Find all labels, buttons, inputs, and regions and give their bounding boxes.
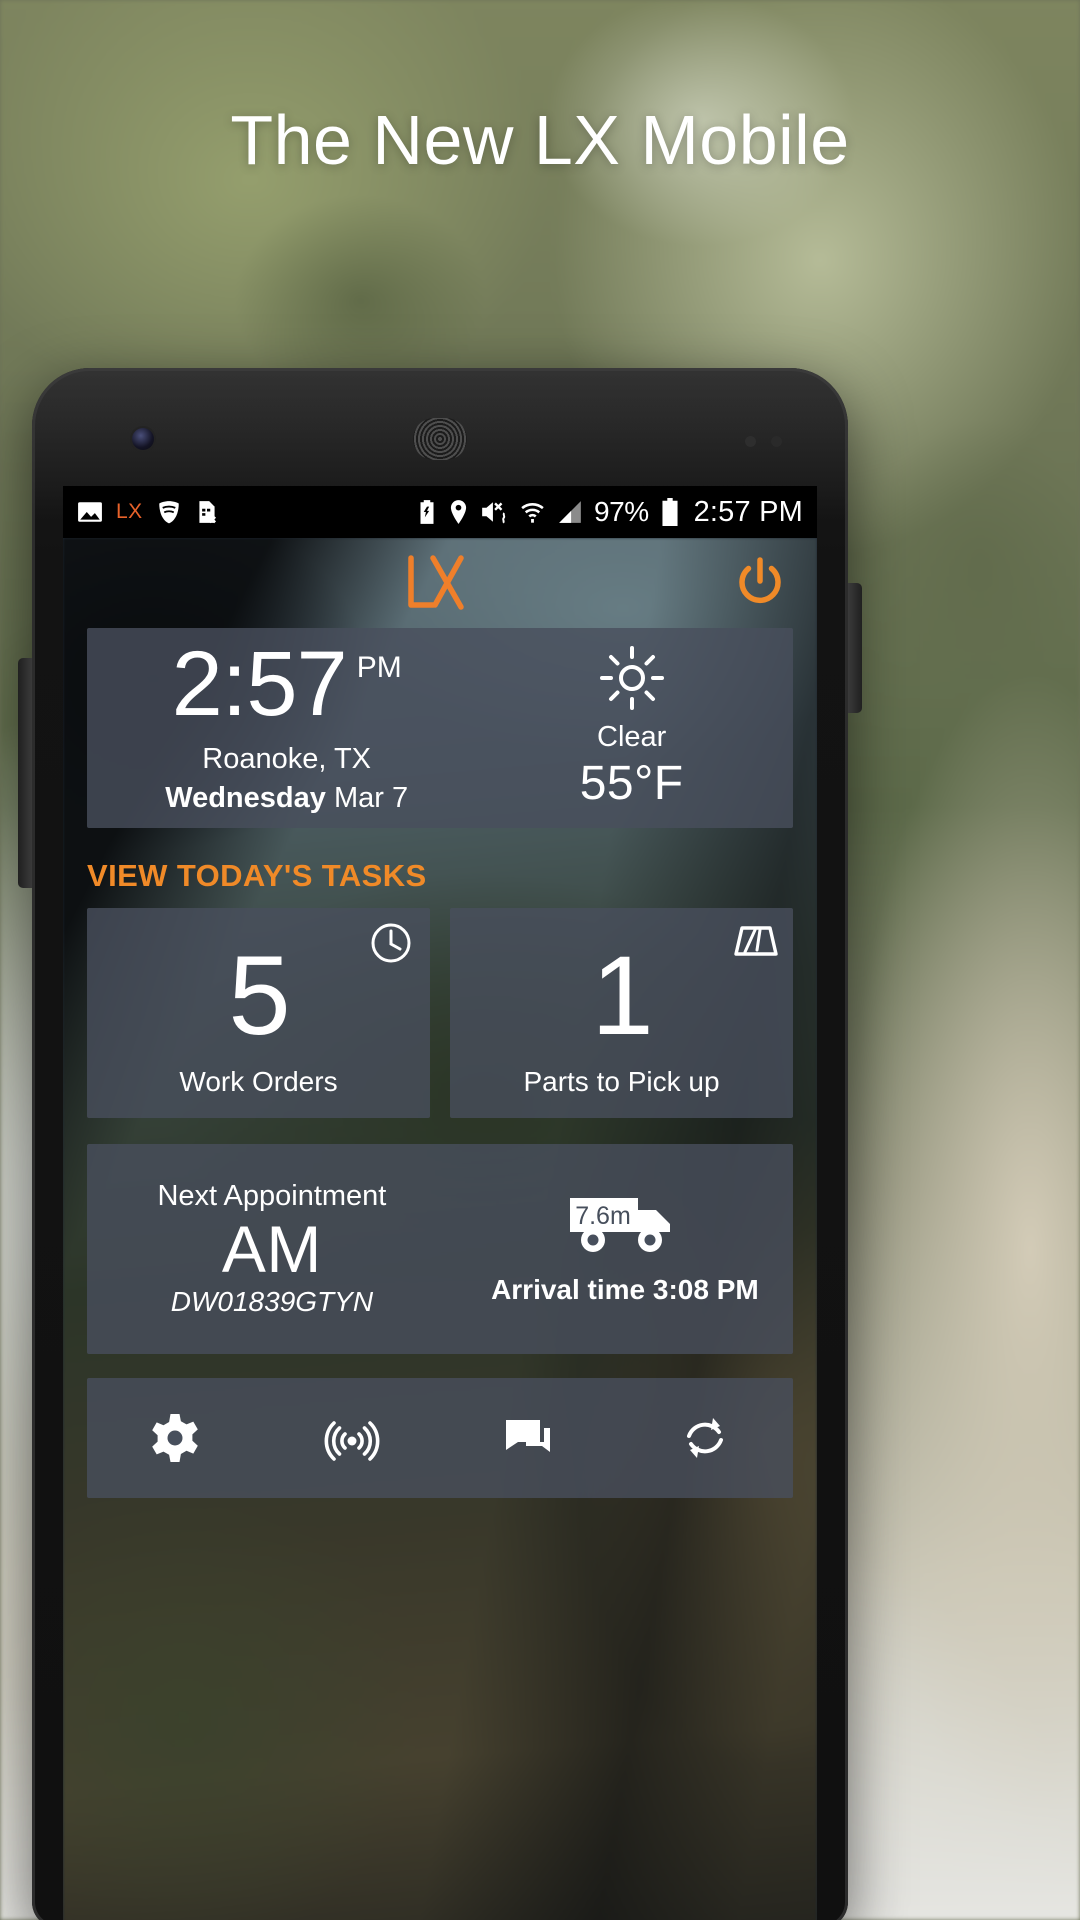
- broadcast-icon[interactable]: [324, 1410, 380, 1466]
- light-sensor: [771, 436, 782, 447]
- clock-icon: [370, 922, 412, 964]
- appointment-details: Next Appointment AM DW01839GTYN: [87, 1180, 457, 1318]
- clock-weather-card[interactable]: 2:57 PM Roanoke, TX Wednesday Mar 7 Clea…: [87, 628, 793, 828]
- chat-icon[interactable]: [500, 1410, 556, 1466]
- parts-pickup-card[interactable]: 1 Parts to Pick up: [450, 908, 793, 1118]
- app-content: 2:57 PM Roanoke, TX Wednesday Mar 7 Clea…: [63, 538, 817, 1920]
- clock-time: 2:57: [171, 633, 348, 736]
- appointment-label: Next Appointment: [157, 1179, 387, 1212]
- cell-signal-icon: [557, 500, 583, 524]
- vibrate-mute-icon: [480, 500, 508, 524]
- battery-percent-label: 97%: [594, 496, 649, 527]
- refresh-icon[interactable]: [677, 1410, 733, 1466]
- sim-card-error-icon: [195, 499, 219, 525]
- clock-date: Wednesday Mar 7: [165, 782, 408, 815]
- appointment-travel: 7.6m Arrival time 3:08 PM: [457, 1192, 793, 1306]
- sun-clear-icon: [599, 645, 665, 711]
- parts-pickup-label: Parts to Pick up: [523, 1066, 720, 1097]
- windshield-wiper-icon: [733, 922, 778, 964]
- weather-condition: Clear: [597, 721, 667, 753]
- truck-distance-label: 7.6m: [575, 1202, 631, 1230]
- proximity-sensor: [745, 436, 756, 447]
- appointment-id: DW01839GTYN: [170, 1286, 374, 1318]
- battery-saver-icon: [417, 499, 437, 525]
- next-appointment-card[interactable]: Next Appointment AM DW01839GTYN 7.6m Arr…: [87, 1144, 793, 1354]
- phone-side-button-right: [848, 583, 862, 713]
- bottom-nav-bar: [87, 1378, 793, 1498]
- wifi-icon: [519, 500, 546, 524]
- stat-card-row: 5 Work Orders 1 Parts to Pick up: [87, 908, 793, 1118]
- work-orders-label: Work Orders: [179, 1066, 338, 1097]
- status-clock-label: 2:57 PM: [693, 495, 803, 528]
- weather-section: Clear 55°F: [478, 645, 785, 811]
- lx-logo-icon: [403, 554, 477, 612]
- phone-device: LX 97% 2:57 PM 2:57 PM Roanoke, TX Wedne…: [18, 368, 862, 1920]
- lx-notification-icon: LX: [116, 500, 143, 523]
- vpn-shield-icon: [156, 499, 182, 525]
- clock-ampm: PM: [356, 651, 402, 685]
- view-todays-tasks-link[interactable]: VIEW TODAY'S TASKS: [87, 858, 793, 894]
- power-icon[interactable]: [733, 556, 787, 610]
- phone-side-button-left: [18, 658, 32, 888]
- hero-title: The New LX Mobile: [230, 101, 850, 179]
- appointment-period: AM: [221, 1211, 322, 1286]
- weather-temperature: 55°F: [579, 757, 684, 810]
- work-orders-value: 5: [228, 933, 290, 1058]
- android-status-bar: LX 97% 2:57 PM: [63, 486, 817, 538]
- arrival-time-label: Arrival time 3:08 PM: [491, 1274, 759, 1305]
- work-orders-card[interactable]: 5 Work Orders: [87, 908, 430, 1118]
- clock-monthday: Mar 7: [333, 781, 409, 814]
- parts-pickup-value: 1: [591, 933, 653, 1058]
- gear-icon[interactable]: [147, 1410, 203, 1466]
- clock-section: 2:57 PM Roanoke, TX Wednesday Mar 7: [95, 633, 478, 815]
- earpiece-speaker: [413, 418, 467, 460]
- battery-icon: [660, 498, 680, 526]
- clock-weekday: Wednesday: [165, 781, 326, 814]
- delivery-truck-icon: 7.6m: [566, 1192, 684, 1262]
- app-header: [63, 538, 817, 628]
- image-icon: [77, 501, 103, 523]
- front-camera: [132, 428, 154, 450]
- clock-city: Roanoke, TX: [202, 742, 372, 775]
- phone-screen: LX 97% 2:57 PM 2:57 PM Roanoke, TX Wedne…: [63, 486, 817, 1920]
- location-pin-icon: [448, 499, 469, 525]
